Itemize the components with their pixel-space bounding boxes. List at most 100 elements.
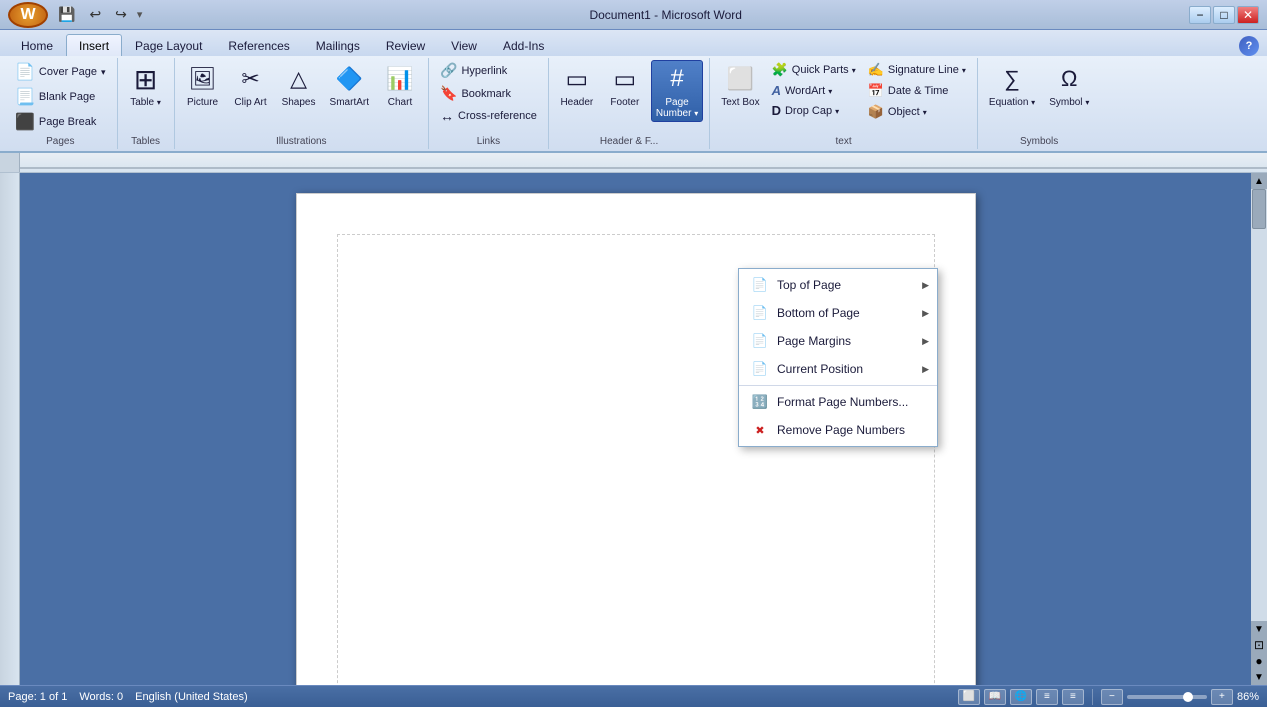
header-footer-group-label: Header & F... xyxy=(555,134,703,147)
ribbon-tabs: Home Insert Page Layout References Maili… xyxy=(0,30,1267,56)
zoom-thumb xyxy=(1183,692,1193,702)
minimize-button[interactable]: − xyxy=(1189,6,1211,24)
tab-add-ins[interactable]: Add-Ins xyxy=(490,34,557,56)
tables-group-content: ⊞ Table ▾ xyxy=(124,60,168,134)
zoom-out-button[interactable]: − xyxy=(1101,689,1123,705)
symbols-group-content: ∑ Equation ▾ Ω Symbol ▾ xyxy=(984,60,1094,134)
menu-item-format-page-numbers[interactable]: 🔢 Format Page Numbers... xyxy=(739,388,937,416)
date-time-button[interactable]: 📅Date & Time xyxy=(863,81,971,101)
pages-group-content: 📄 Cover Page ▾ 📃 Blank Page ⬛ Page Break xyxy=(10,60,111,134)
clip-art-icon: ✂ xyxy=(235,63,267,95)
ribbon: 📄 Cover Page ▾ 📃 Blank Page ⬛ Page Break… xyxy=(0,56,1267,153)
footer-button[interactable]: ▭ Footer xyxy=(603,60,647,111)
office-button[interactable]: W xyxy=(8,2,48,28)
window-controls: − □ ✕ xyxy=(1189,6,1259,24)
web-layout-button[interactable]: 🌐 xyxy=(1010,689,1032,705)
redo-button[interactable]: ↪ xyxy=(111,4,131,25)
expand-button[interactable]: ⊡ xyxy=(1251,637,1267,653)
tab-view[interactable]: View xyxy=(438,34,490,56)
save-button[interactable]: 💾 xyxy=(54,4,79,25)
ribbon-group-header-footer: ▭ Header ▭ Footer # PageNumber ▾ Header … xyxy=(549,58,710,149)
current-position-icon: 📄 xyxy=(751,360,769,378)
bottom-of-page-icon: 📄 xyxy=(751,304,769,322)
page-break-button[interactable]: ⬛ Page Break xyxy=(10,110,111,134)
menu-item-bottom-of-page[interactable]: 📄 Bottom of Page xyxy=(739,299,937,327)
tab-review[interactable]: Review xyxy=(373,34,438,56)
title-bar: W 💾 ↩ ↪ ▾ Document1 - Microsoft Word − □… xyxy=(0,0,1267,30)
page-number-dropdown: 📄 Top of Page 📄 Bottom of Page 📄 Page Ma… xyxy=(738,268,938,447)
shapes-icon: △ xyxy=(283,63,315,95)
zoom-in-button[interactable]: + xyxy=(1211,689,1233,705)
word-count: Words: 0 xyxy=(79,691,123,703)
scrollbar[interactable]: ▲ ▼ ⊡ ● ▼ xyxy=(1251,173,1267,685)
symbols-group-label: Symbols xyxy=(984,134,1094,147)
scroll-thumb[interactable] xyxy=(1252,189,1266,229)
header-footer-group-content: ▭ Header ▭ Footer # PageNumber ▾ xyxy=(555,60,703,134)
header-button[interactable]: ▭ Header xyxy=(555,60,599,111)
browse-object-button[interactable]: ● xyxy=(1251,653,1267,669)
table-button[interactable]: ⊞ Table ▾ xyxy=(124,60,168,111)
next-page-button[interactable]: ▼ xyxy=(1251,669,1267,685)
symbol-button[interactable]: Ω Symbol ▾ xyxy=(1044,60,1094,111)
format-page-numbers-icon: 🔢 xyxy=(751,393,769,411)
scroll-up-button[interactable]: ▲ xyxy=(1251,173,1267,189)
quick-parts-button[interactable]: 🧩Quick Parts ▾ xyxy=(767,60,861,80)
status-bar: Page: 1 of 1 Words: 0 English (United St… xyxy=(0,685,1267,707)
maximize-button[interactable]: □ xyxy=(1213,6,1235,24)
object-button[interactable]: 📦Object ▾ xyxy=(863,102,971,122)
ribbon-group-tables: ⊞ Table ▾ Tables xyxy=(118,58,175,149)
scroll-track xyxy=(1251,189,1267,621)
equation-button[interactable]: ∑ Equation ▾ xyxy=(984,60,1040,111)
main-layout: ▲ ▼ ⊡ ● ▼ xyxy=(0,173,1267,685)
tab-page-layout[interactable]: Page Layout xyxy=(122,34,215,56)
outline-button[interactable]: ≡ xyxy=(1036,689,1058,705)
text-box-button[interactable]: ⬜ Text Box xyxy=(716,60,764,122)
zoom-slider[interactable] xyxy=(1127,695,1207,699)
table-icon: ⊞ xyxy=(130,63,162,95)
page-indicator: Page: 1 of 1 xyxy=(8,691,67,703)
drop-cap-button[interactable]: DDrop Cap ▾ xyxy=(767,101,861,120)
zoom-level: 86% xyxy=(1237,691,1259,703)
hyperlink-button[interactable]: 🔗Hyperlink xyxy=(435,60,542,81)
draft-button[interactable]: ≡ xyxy=(1062,689,1084,705)
blank-page-button[interactable]: 📃 Blank Page xyxy=(10,85,111,109)
links-group-content: 🔗Hyperlink 🔖Bookmark ↔Cross-reference xyxy=(435,60,542,134)
undo-button[interactable]: ↩ xyxy=(85,4,105,25)
links-group-label: Links xyxy=(435,134,542,147)
menu-item-page-margins[interactable]: 📄 Page Margins xyxy=(739,327,937,355)
shapes-button[interactable]: △ Shapes xyxy=(277,60,321,111)
full-reading-button[interactable]: 📖 xyxy=(984,689,1006,705)
document-area[interactable] xyxy=(20,173,1251,685)
scroll-down-button[interactable]: ▼ xyxy=(1251,621,1267,637)
menu-item-current-position[interactable]: 📄 Current Position xyxy=(739,355,937,383)
tab-mailings[interactable]: Mailings xyxy=(303,34,373,56)
smartart-icon: 🔷 xyxy=(333,63,365,95)
clip-art-button[interactable]: ✂ Clip Art xyxy=(229,60,273,111)
menu-item-top-of-page[interactable]: 📄 Top of Page xyxy=(739,271,937,299)
menu-item-remove-page-numbers[interactable]: ✖ Remove Page Numbers xyxy=(739,416,937,444)
smartart-button[interactable]: 🔷 SmartArt xyxy=(325,60,374,111)
print-layout-button[interactable]: ⬜ xyxy=(958,689,980,705)
cover-page-button[interactable]: 📄 Cover Page ▾ xyxy=(10,60,111,84)
cross-reference-button[interactable]: ↔Cross-reference xyxy=(435,106,542,126)
help-button[interactable]: ? xyxy=(1239,36,1259,56)
text-box-icon: ⬜ xyxy=(724,63,756,95)
pages-group-label: Pages xyxy=(10,134,111,147)
picture-icon: 🖼 xyxy=(187,63,219,95)
ribbon-group-illustrations: 🖼 Picture ✂ Clip Art △ Shapes 🔷 SmartArt… xyxy=(175,58,429,149)
header-icon: ▭ xyxy=(561,63,593,95)
chart-button[interactable]: 📊 Chart xyxy=(378,60,422,111)
page-number-icon: # xyxy=(661,63,693,95)
bookmark-button[interactable]: 🔖Bookmark xyxy=(435,83,542,104)
wordart-button[interactable]: AWordArt ▾ xyxy=(767,81,861,100)
ruler-area xyxy=(0,153,1267,173)
illustrations-group-content: 🖼 Picture ✂ Clip Art △ Shapes 🔷 SmartArt… xyxy=(181,60,422,134)
picture-button[interactable]: 🖼 Picture xyxy=(181,60,225,111)
signature-line-button[interactable]: ✍Signature Line ▾ xyxy=(863,60,971,80)
page-number-button[interactable]: # PageNumber ▾ xyxy=(651,60,703,122)
tab-home[interactable]: Home xyxy=(8,34,66,56)
close-button[interactable]: ✕ xyxy=(1237,6,1259,24)
ruler-corner xyxy=(0,153,20,172)
tab-references[interactable]: References xyxy=(215,34,302,56)
tab-insert[interactable]: Insert xyxy=(66,34,122,56)
